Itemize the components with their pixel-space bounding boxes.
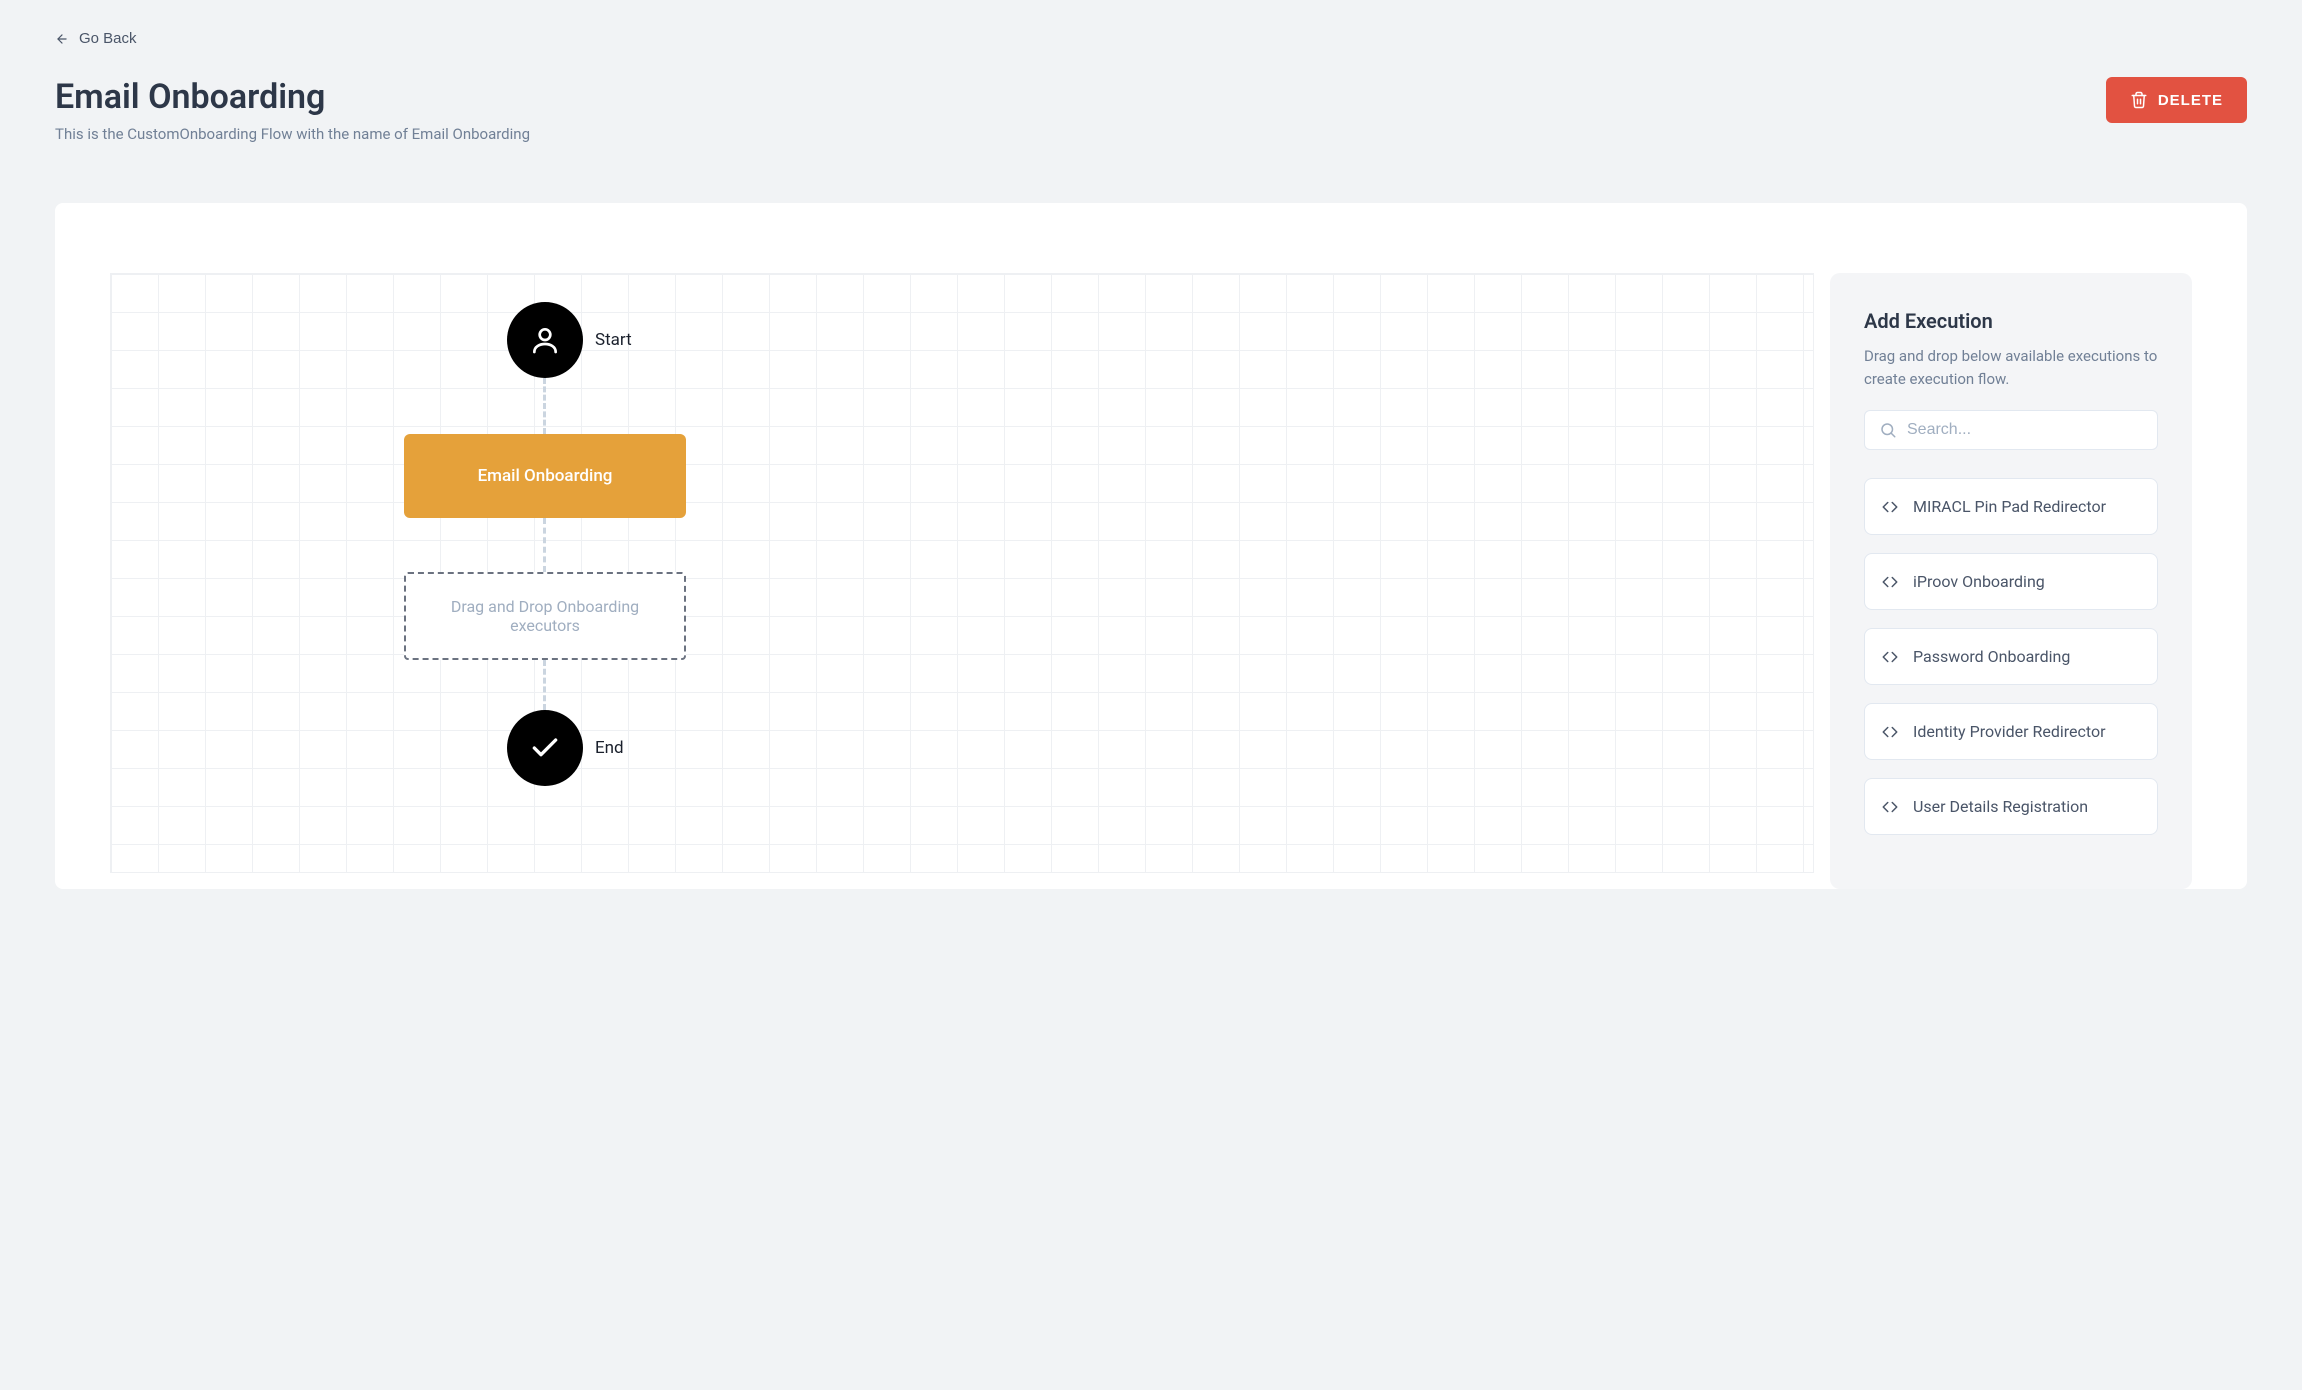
- execution-item-label: Identity Provider Redirector: [1913, 722, 2106, 741]
- execution-item[interactable]: iProov Onboarding: [1864, 553, 2158, 610]
- page-header: Email Onboarding This is the CustomOnboa…: [55, 77, 2247, 143]
- search-input-wrapper[interactable]: [1864, 410, 2158, 450]
- execution-item-label: Password Onboarding: [1913, 647, 2070, 666]
- search-input[interactable]: [1907, 421, 2143, 439]
- code-icon: [1881, 573, 1899, 591]
- end-node-label: End: [595, 738, 624, 758]
- flow-connector: [543, 518, 546, 572]
- end-node[interactable]: End: [507, 710, 624, 786]
- trash-icon: [2130, 91, 2148, 109]
- go-back-label: Go Back: [79, 30, 137, 47]
- execution-item[interactable]: Identity Provider Redirector: [1864, 703, 2158, 760]
- code-icon: [1881, 648, 1899, 666]
- add-execution-panel: Add Execution Drag and drop below availa…: [1830, 273, 2192, 889]
- end-node-circle: [507, 710, 583, 786]
- flow-step-box[interactable]: Email Onboarding: [404, 434, 686, 518]
- sidebar-subtitle: Drag and drop below available executions…: [1864, 345, 2158, 390]
- code-icon: [1881, 723, 1899, 741]
- start-node-circle: [507, 302, 583, 378]
- drop-zone[interactable]: Drag and Drop Onboarding executors: [404, 572, 686, 660]
- execution-item[interactable]: MIRACL Pin Pad Redirector: [1864, 478, 2158, 535]
- start-node-label: Start: [595, 330, 632, 350]
- code-icon: [1881, 498, 1899, 516]
- delete-button-label: DELETE: [2158, 92, 2223, 109]
- execution-item-label: MIRACL Pin Pad Redirector: [1913, 497, 2106, 516]
- flow-step-label: Email Onboarding: [478, 466, 613, 486]
- execution-item-label: User Details Registration: [1913, 797, 2088, 816]
- execution-item[interactable]: User Details Registration: [1864, 778, 2158, 835]
- flow-connector: [543, 660, 546, 710]
- page-title: Email Onboarding: [55, 77, 530, 117]
- user-icon: [529, 324, 561, 356]
- drop-zone-hint: Drag and Drop Onboarding executors: [446, 597, 644, 635]
- go-back-button[interactable]: Go Back: [55, 30, 137, 47]
- execution-item-label: iProov Onboarding: [1913, 572, 2045, 591]
- editor-card: Start Email Onboarding Drag and Drop Onb…: [55, 203, 2247, 889]
- arrow-left-icon: [55, 32, 69, 46]
- page-subtitle: This is the CustomOnboarding Flow with t…: [55, 125, 530, 143]
- sidebar-title: Add Execution: [1864, 309, 2158, 333]
- search-icon: [1879, 421, 1897, 439]
- execution-item[interactable]: Password Onboarding: [1864, 628, 2158, 685]
- delete-button[interactable]: DELETE: [2106, 77, 2247, 123]
- start-node[interactable]: Start: [507, 302, 632, 378]
- check-icon: [529, 732, 561, 764]
- code-icon: [1881, 798, 1899, 816]
- flow-connector: [543, 378, 546, 434]
- flow-canvas[interactable]: Start Email Onboarding Drag and Drop Onb…: [110, 273, 1814, 873]
